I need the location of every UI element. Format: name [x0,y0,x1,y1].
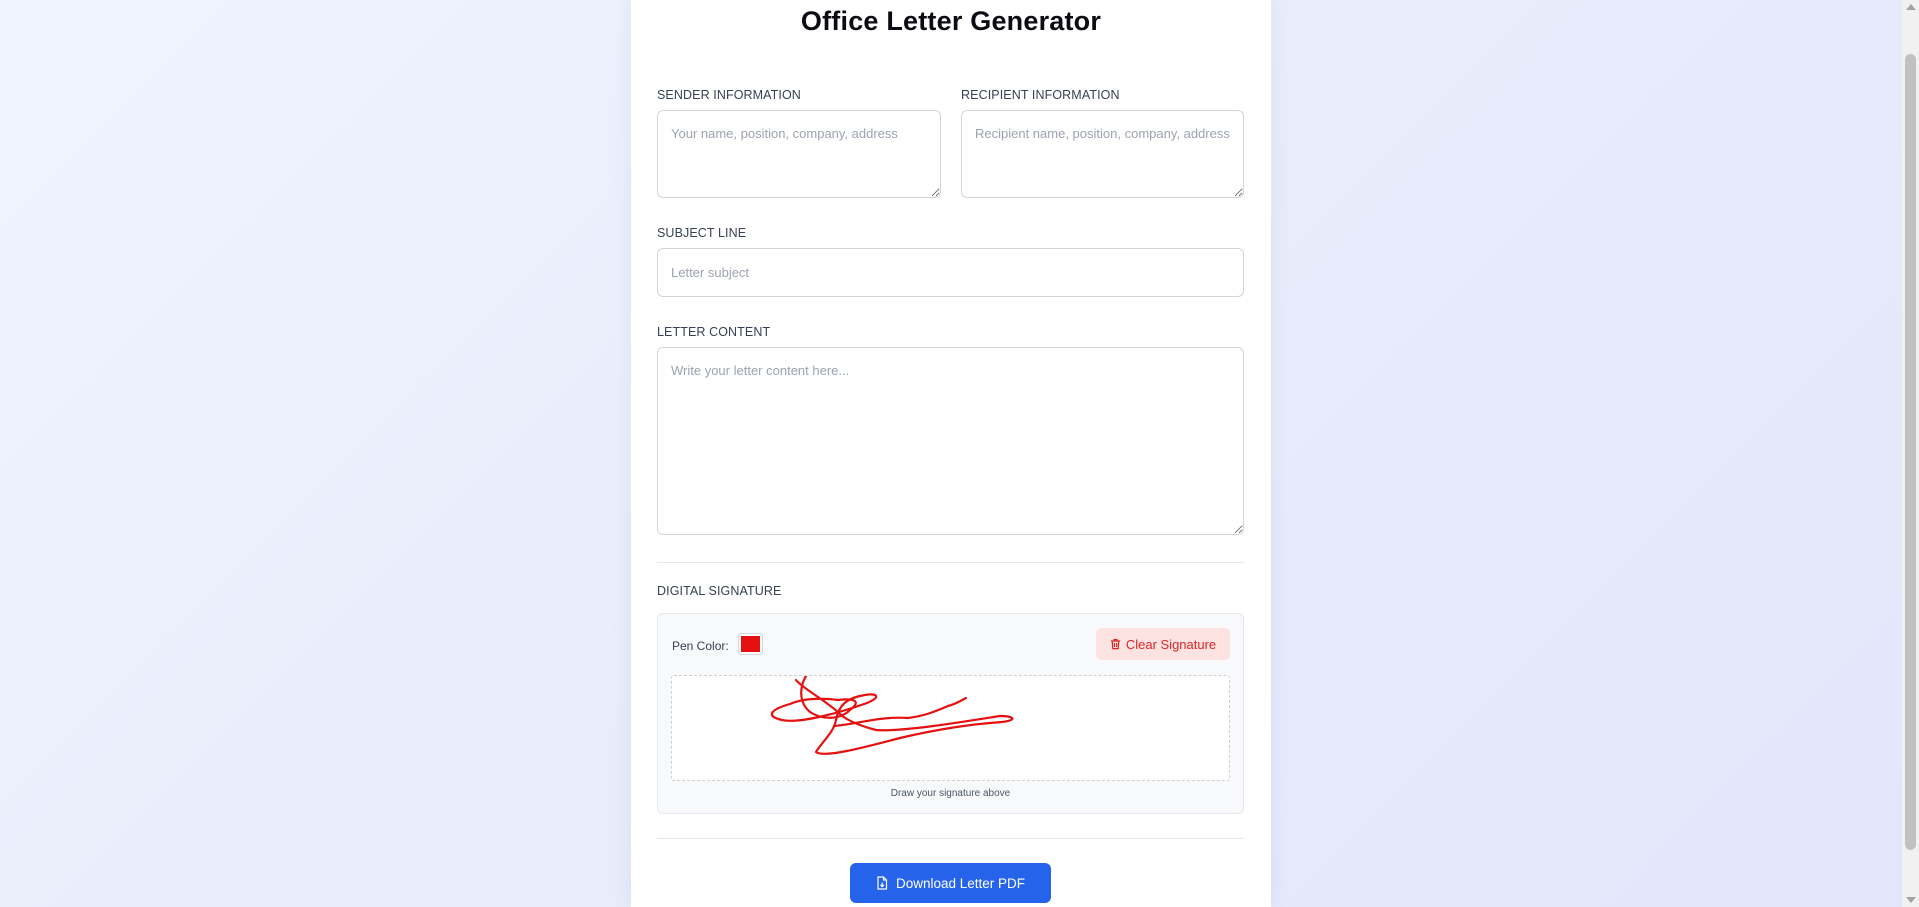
sender-textarea[interactable] [657,110,941,198]
recipient-textarea[interactable] [961,110,1244,198]
scroll-up-arrow-icon[interactable] [1906,4,1916,10]
subject-input[interactable] [657,248,1244,297]
trash-icon [1110,638,1121,650]
page-scrollbar[interactable] [1902,0,1919,907]
subject-label: SUBJECT LINE [657,226,747,240]
signature-stroke [770,676,1014,755]
signature-label: DIGITAL SIGNATURE [657,584,782,598]
section-divider [657,562,1244,563]
letter-form-card: Office Letter Generator SENDER INFORMATI… [631,0,1271,907]
download-pdf-button[interactable]: Download Letter PDF [850,863,1051,903]
scroll-thumb[interactable] [1905,54,1916,850]
clear-signature-button[interactable]: Clear Signature [1096,628,1230,660]
signature-panel: Pen Color: Clear Signature Draw your sig… [657,613,1244,814]
actions-divider [657,838,1244,839]
letter-content-textarea[interactable] [657,347,1244,535]
page-title: Office Letter Generator [800,6,1102,36]
scroll-down-arrow-icon[interactable] [1906,897,1916,903]
file-download-icon [876,876,888,890]
download-label: Download Letter PDF [895,875,1026,891]
content-label: LETTER CONTENT [657,325,771,339]
pen-color-picker[interactable] [738,633,763,655]
clear-signature-label: Clear Signature [1125,636,1217,652]
pen-color-swatch [741,636,760,652]
signature-canvas[interactable] [671,675,1230,781]
pen-color-label: Pen Color: [672,639,729,653]
sender-label: SENDER INFORMATION [657,88,801,102]
signature-hint: Draw your signature above [890,788,1011,799]
recipient-label: RECIPIENT INFORMATION [961,88,1120,102]
